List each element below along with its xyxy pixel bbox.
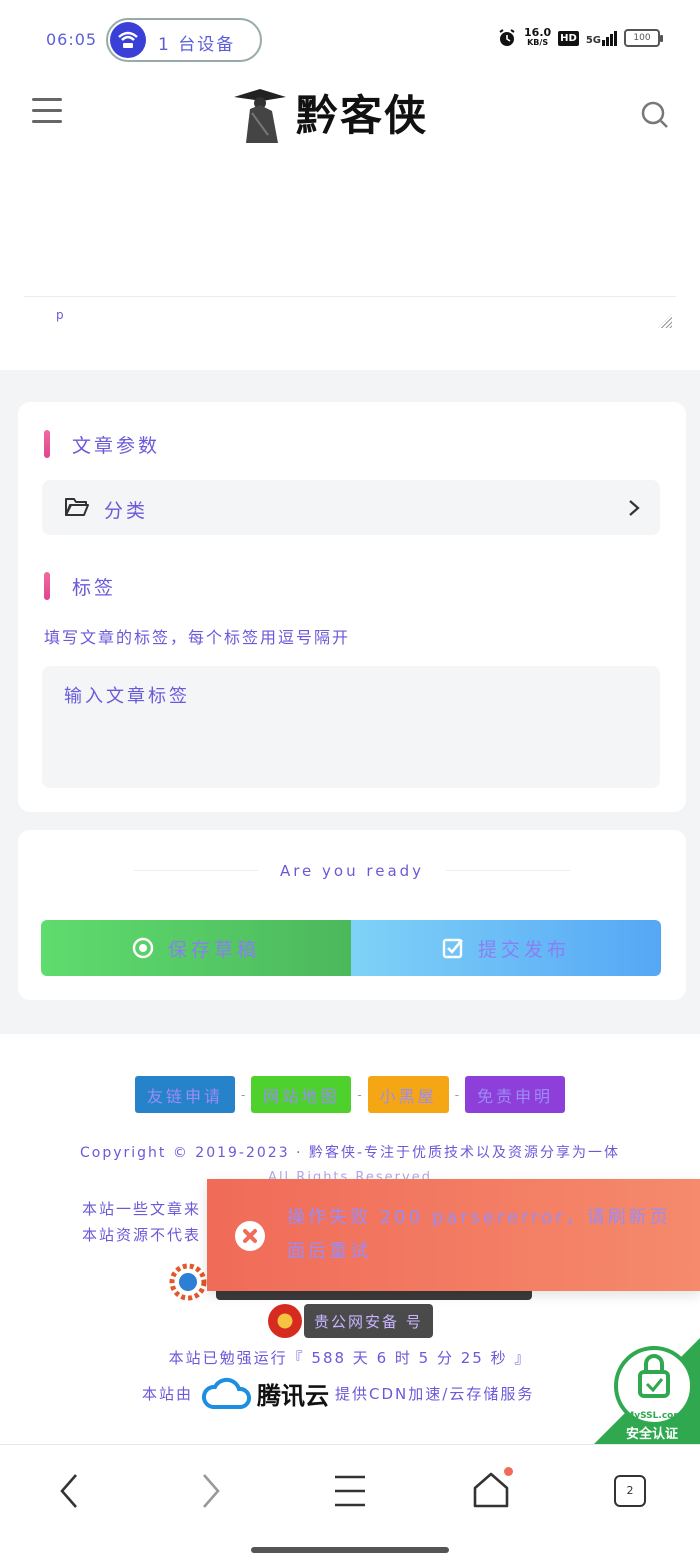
article-settings-card: 文章参数 分类 标签 填写文章的标签，每个标签用逗号隔开 [18, 402, 686, 812]
site-logo[interactable]: 黔客侠 [232, 82, 428, 143]
disclaimer-link[interactable]: 免责申明 [465, 1076, 566, 1113]
site-name: 黔客侠 [296, 91, 429, 140]
notice-line-1: 本站一些文章来 [82, 1200, 202, 1218]
tags-input[interactable] [42, 666, 660, 788]
error-icon [235, 1221, 265, 1251]
chevron-right-icon [629, 500, 640, 516]
sitemap-link[interactable]: 网站地图 [251, 1076, 352, 1113]
ssl-badge[interactable]: MySSL.com 安全认证 [592, 1338, 700, 1446]
tencent-cloud-brand: 腾讯云 [257, 1382, 330, 1410]
friend-link-apply-link[interactable]: 友链申请 [134, 1076, 235, 1113]
net-speed: 16.0 KB/S [524, 26, 552, 47]
article-params-heading: 文章参数 [44, 430, 160, 458]
publish-actions-card: Are you ready 保存草稿 提交发布 [18, 830, 686, 1000]
alarm-icon [499, 29, 515, 46]
section-marker [44, 572, 50, 600]
tags-hint: 填写文章的标签，每个标签用逗号隔开 [44, 628, 351, 647]
submit-publish-button[interactable]: 提交发布 [351, 920, 661, 976]
folder-open-icon [65, 498, 89, 516]
wifi-hotspot-icon [110, 22, 146, 58]
site-header: 黔客侠 [0, 78, 700, 156]
tencent-cloud-icon [202, 1377, 252, 1409]
radio-target-icon [132, 937, 154, 959]
toast-message: 操作失败 200 parsererror，请刷新页面后重试 [287, 1207, 671, 1262]
footer-links: 友链申请 - 网站地图 - 小黑屋 - 免责申明 [0, 1076, 700, 1113]
cdn-info: 本站由 腾讯云 提供CDN加速/云存储服务 [142, 1376, 534, 1411]
notification-dot [504, 1467, 513, 1476]
gesture-handle [251, 1547, 449, 1553]
signal-icon: 5G [586, 30, 617, 46]
battery-icon: 100 [624, 29, 663, 47]
forward-icon[interactable] [198, 1471, 224, 1511]
police-record-link[interactable]: 贵公网安备 号 [268, 1304, 433, 1338]
status-time: 06:05 [46, 30, 98, 49]
content-editor[interactable]: p [0, 156, 700, 370]
ssl-brand: MySSL.com [625, 1411, 682, 1421]
gear-badge-icon [169, 1263, 207, 1301]
resize-handle-icon[interactable] [658, 314, 672, 328]
status-bar: 06:05 1 台设备 16.0 KB/S HD 5G 100 [0, 0, 700, 78]
hd-icon: HD [558, 30, 579, 46]
hotspot-label: 1 台设备 [158, 35, 236, 55]
tags-heading: 标签 [44, 572, 116, 600]
national-emblem-icon [268, 1304, 302, 1338]
divider-right [446, 870, 570, 871]
editor-divider [24, 296, 676, 297]
menu-icon[interactable] [333, 1473, 367, 1509]
notice-line-2: 本站资源不代表 [82, 1226, 202, 1244]
editor-path-tag: p [56, 308, 64, 322]
status-icons: 16.0 KB/S HD 5G 100 [497, 26, 663, 48]
back-icon[interactable] [56, 1471, 82, 1511]
category-selector[interactable]: 分类 [42, 480, 660, 535]
swordsman-logo-icon [234, 88, 286, 143]
hotspot-indicator[interactable]: 1 台设备 [106, 18, 262, 62]
check-square-icon [442, 938, 463, 959]
blacklist-link[interactable]: 小黑屋 [367, 1076, 449, 1113]
browser-bottom-nav: 2 [0, 1444, 700, 1563]
ready-text: Are you ready [279, 862, 425, 880]
hamburger-menu-icon[interactable] [32, 98, 62, 124]
error-toast: 操作失败 200 parsererror，请刷新页面后重试 [207, 1179, 700, 1291]
tabs-counter-button[interactable]: 2 [614, 1475, 646, 1507]
home-icon[interactable] [472, 1471, 510, 1509]
record-badge[interactable] [168, 1262, 208, 1302]
category-label: 分类 [104, 500, 149, 522]
search-icon[interactable] [640, 100, 670, 130]
section-marker [44, 430, 50, 458]
save-draft-button[interactable]: 保存草稿 [41, 920, 351, 976]
copyright: Copyright © 2019-2023 · 黔客侠-专注于优质技术以及资源分… [79, 1145, 621, 1161]
ssl-text: 安全认证 [626, 1426, 678, 1442]
